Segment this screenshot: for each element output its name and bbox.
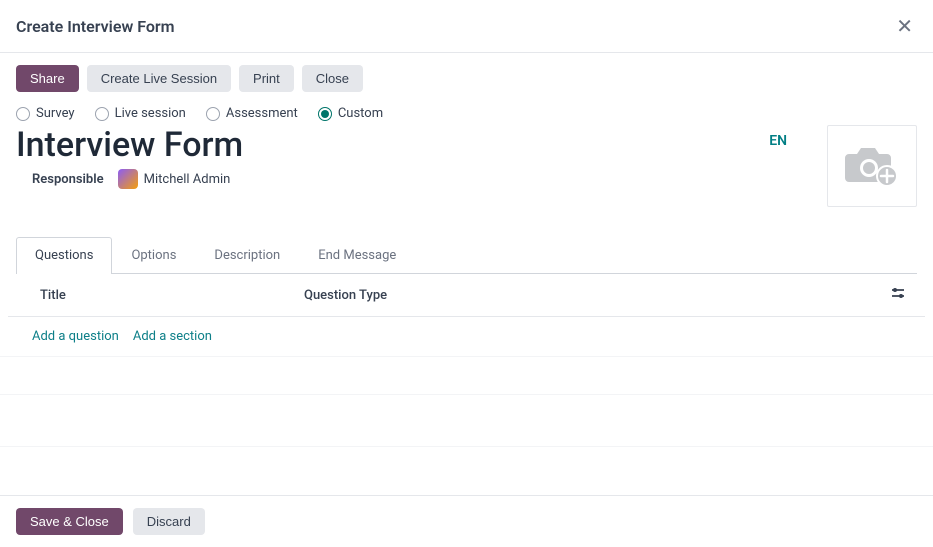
create-interview-form-modal: Create Interview Form ✕ Share Create Liv… [0, 0, 933, 547]
action-toolbar: Share Create Live Session Print Close [0, 53, 933, 96]
tab-bar: Questions Options Description End Messag… [16, 237, 917, 274]
radio-circle-icon [95, 107, 109, 121]
discard-button[interactable]: Discard [133, 508, 205, 535]
radio-custom[interactable]: Custom [318, 106, 383, 121]
responsible-row: Responsible Mitchell Admin [16, 165, 769, 189]
close-button[interactable]: Close [302, 65, 363, 92]
tab-description[interactable]: Description [195, 237, 299, 273]
create-live-session-button[interactable]: Create Live Session [87, 65, 231, 92]
avatar-icon [118, 169, 138, 189]
camera-plus-icon [843, 144, 901, 188]
empty-row [0, 395, 933, 447]
radio-label: Custom [338, 106, 383, 121]
form-title-input[interactable]: Interview Form [16, 125, 769, 165]
cover-image-uploader[interactable] [827, 125, 917, 207]
radio-survey[interactable]: Survey [16, 106, 75, 121]
empty-row [0, 357, 933, 395]
radio-circle-icon [16, 107, 30, 121]
title-left: Interview Form Responsible Mitchell Admi… [16, 125, 769, 189]
radio-label: Live session [115, 106, 186, 121]
language-badge[interactable]: EN [769, 125, 827, 149]
questions-table-header: Title Question Type [8, 274, 925, 317]
tab-questions[interactable]: Questions [16, 237, 112, 274]
column-header-question-type: Question Type [304, 288, 891, 303]
save-close-button[interactable]: Save & Close [16, 508, 123, 535]
tab-options[interactable]: Options [112, 237, 195, 273]
survey-type-radios: Survey Live session Assessment Custom [0, 96, 933, 125]
responsible-label: Responsible [32, 172, 104, 187]
column-options-button[interactable] [891, 286, 909, 304]
tab-end-message[interactable]: End Message [299, 237, 415, 273]
sliders-icon [891, 286, 905, 300]
share-button[interactable]: Share [16, 65, 79, 92]
print-button[interactable]: Print [239, 65, 294, 92]
questions-add-row: Add a question Add a section [0, 317, 933, 357]
modal-footer: Save & Close Discard [0, 495, 933, 547]
close-icon[interactable]: ✕ [892, 12, 917, 40]
radio-label: Survey [36, 106, 75, 121]
column-header-title: Title [24, 288, 304, 303]
responsible-field[interactable]: Mitchell Admin [118, 169, 231, 189]
title-row: Interview Form Responsible Mitchell Admi… [0, 125, 933, 215]
responsible-name: Mitchell Admin [144, 172, 231, 187]
modal-header: Create Interview Form ✕ [0, 0, 933, 53]
radio-circle-checked-icon [318, 107, 332, 121]
radio-assessment[interactable]: Assessment [206, 106, 298, 121]
modal-title: Create Interview Form [16, 17, 175, 36]
radio-circle-icon [206, 107, 220, 121]
radio-live-session[interactable]: Live session [95, 106, 186, 121]
radio-label: Assessment [226, 106, 298, 121]
add-question-link[interactable]: Add a question [32, 329, 119, 344]
add-section-link[interactable]: Add a section [133, 329, 212, 344]
